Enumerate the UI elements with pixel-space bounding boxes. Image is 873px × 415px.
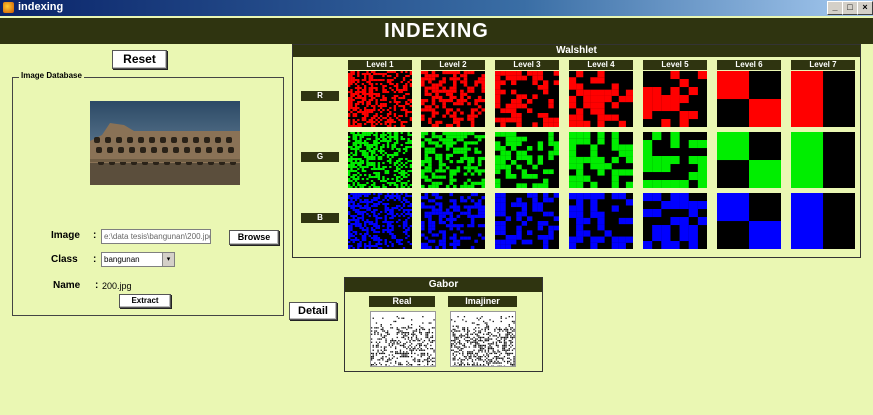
walshlet-r-level-7 (791, 71, 855, 127)
walshlet-b-level-6 (717, 193, 781, 249)
level-header-4: Level 4 (569, 60, 633, 70)
minimize-button[interactable]: _ (827, 1, 843, 15)
channel-label-r: R (301, 91, 339, 101)
walshlet-b-level-1 (348, 193, 412, 249)
class-dropdown-value: bangunan (104, 255, 140, 264)
browse-button[interactable]: Browse (229, 230, 279, 245)
gabor-title: Gabor (345, 278, 542, 292)
page-title: INDEXING (0, 18, 873, 44)
walshlet-g-level-6 (717, 132, 781, 188)
class-dropdown[interactable]: bangunan ▾ (101, 252, 175, 267)
chevron-down-icon[interactable]: ▾ (162, 253, 174, 266)
image-database-legend: Image Database (19, 71, 84, 80)
walshlet-g-level-3 (495, 132, 559, 188)
walshlet-r-level-4 (569, 71, 633, 127)
walshlet-panel: Walshlet Level 1 Level 2 Level 3 Level 4 Lev… (292, 44, 861, 258)
window-title: indexing (18, 1, 64, 13)
level-header-1: Level 1 (348, 60, 412, 70)
image-label: Image (51, 230, 80, 241)
close-button[interactable]: × (857, 1, 873, 15)
window-titlebar: indexing _ □ × (0, 0, 873, 16)
walshlet-r-level-5 (643, 71, 707, 127)
level-header-6: Level 6 (717, 60, 781, 70)
channel-label-b: B (301, 213, 339, 223)
walshlet-b-level-5 (643, 193, 707, 249)
walshlet-r-level-6 (717, 71, 781, 127)
walshlet-g-level-1 (348, 132, 412, 188)
maximize-button[interactable]: □ (842, 1, 858, 15)
walshlet-g-level-2 (421, 132, 485, 188)
walshlet-g-level-5 (643, 132, 707, 188)
level-header-3: Level 3 (495, 60, 559, 70)
detail-button[interactable]: Detail (289, 302, 337, 320)
channel-label-g: G (301, 152, 339, 162)
level-header-7: Level 7 (791, 60, 855, 70)
walshlet-r-level-3 (495, 71, 559, 127)
gabor-imaginer-label: Imajiner (448, 296, 517, 307)
image-path-field[interactable]: e:\data tesis\bangunan\200.jpg (101, 229, 211, 244)
reset-button[interactable]: Reset (112, 50, 167, 69)
image-colon: : (93, 230, 97, 241)
name-label: Name (53, 280, 81, 291)
name-value: 200.jpg (102, 281, 132, 291)
walshlet-b-level-4 (569, 193, 633, 249)
extract-button[interactable]: Extract (119, 294, 171, 308)
walshlet-g-level-7 (791, 132, 855, 188)
walshlet-b-level-7 (791, 193, 855, 249)
walshlet-title: Walshlet (293, 45, 860, 57)
level-header-2: Level 2 (421, 60, 485, 70)
gabor-imaginer-image (450, 311, 516, 367)
level-header-5: Level 5 (643, 60, 707, 70)
image-database-panel: Image Database Image : e:\data tesis\ban… (12, 71, 284, 316)
class-colon: : (93, 254, 97, 265)
gabor-panel: Gabor Real Imajiner (344, 277, 543, 372)
walshlet-r-level-2 (421, 71, 485, 127)
gabor-real-image (370, 311, 436, 367)
walshlet-b-level-3 (495, 193, 559, 249)
class-label: Class (51, 254, 78, 265)
walshlet-g-level-4 (569, 132, 633, 188)
walshlet-r-level-1 (348, 71, 412, 127)
name-colon: : (95, 280, 99, 291)
gabor-real-label: Real (369, 296, 435, 307)
walshlet-b-level-2 (421, 193, 485, 249)
app-icon (3, 2, 14, 13)
database-image-preview (90, 101, 240, 185)
